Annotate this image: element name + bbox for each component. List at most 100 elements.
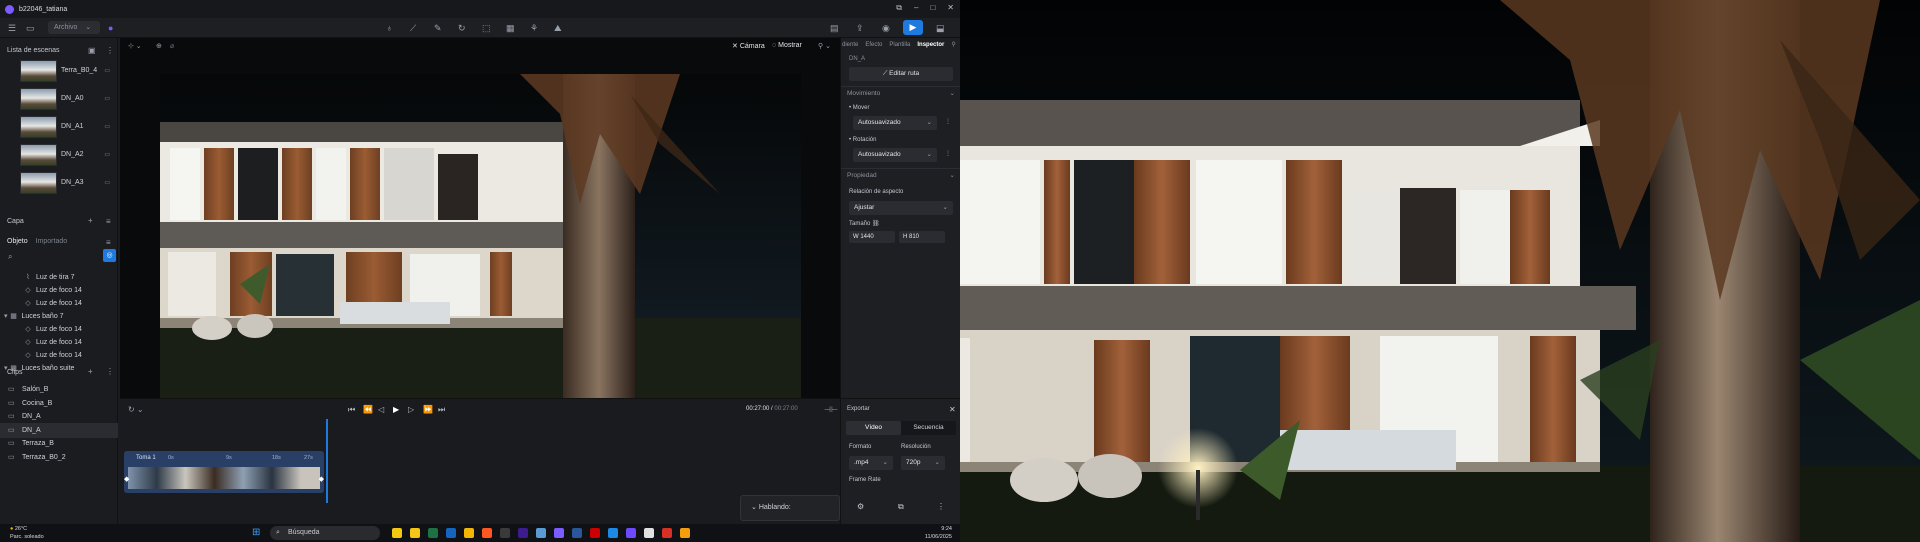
close-icon[interactable]: ✕ bbox=[949, 405, 956, 414]
more-icon[interactable]: ⋮ bbox=[106, 46, 114, 55]
camera-menu[interactable]: ✕ Cámara bbox=[732, 42, 765, 50]
taskbar-app-icon[interactable] bbox=[464, 528, 474, 538]
skip-end-icon[interactable]: ⏭ bbox=[438, 405, 445, 415]
share-icon[interactable]: ⇪ bbox=[856, 22, 864, 34]
3d-viewport[interactable]: ⊹ ⌄ ⊕ ⌀ ✕ Cámara ◌ Mostrar ⚲ ⌄ bbox=[120, 38, 840, 434]
rotate-tool-icon[interactable]: ↻ bbox=[458, 22, 466, 34]
pick-button[interactable]: ◎ bbox=[103, 249, 116, 262]
weather-widget[interactable]: ● 26°C Parc. soleado bbox=[10, 525, 44, 541]
next-frame-icon[interactable]: ⏩ bbox=[423, 405, 433, 414]
video-mode-button[interactable]: ▶ bbox=[903, 20, 923, 35]
taskbar-app-icon[interactable] bbox=[608, 528, 618, 538]
taskbar-app-icon[interactable] bbox=[644, 528, 654, 538]
more-icon[interactable]: ⋮ bbox=[937, 502, 945, 511]
more-icon[interactable]: ⋮ bbox=[945, 118, 951, 125]
render-icon[interactable]: ▤ bbox=[830, 22, 839, 34]
speaking-indicator[interactable]: ⌄ Hablando: bbox=[740, 495, 840, 521]
taskbar-app-icon[interactable] bbox=[662, 528, 672, 538]
movement-section[interactable]: Movimiento ⌄ bbox=[841, 86, 960, 100]
taskbar-app-icon[interactable] bbox=[482, 528, 492, 538]
tab-sequence[interactable]: Secuencia bbox=[901, 421, 956, 435]
clip-item[interactable]: ▭ Terraza_B0_2 bbox=[0, 450, 118, 465]
aspect-select[interactable]: Ajustar ⌄ bbox=[849, 201, 953, 215]
taskbar-app-icon[interactable] bbox=[446, 528, 456, 538]
tab-object[interactable]: Objeto bbox=[7, 238, 28, 245]
system-clock[interactable]: 9:24 11/06/2025 bbox=[925, 525, 952, 541]
step-back-icon[interactable]: ◁ bbox=[378, 405, 384, 414]
tab-imported[interactable]: Importado bbox=[36, 238, 68, 245]
clips-more-icon[interactable]: ⋮ bbox=[106, 367, 114, 376]
add-scene-icon[interactable]: ▣ bbox=[88, 46, 96, 55]
taskbar-search[interactable]: ⌕ Búsqueda bbox=[270, 526, 380, 540]
plant-tool-icon[interactable]: ⚘ bbox=[530, 22, 538, 34]
transform-gizmo-icon[interactable]: ⊹ ⌄ bbox=[128, 42, 142, 50]
layer-menu-icon[interactable]: ≡ bbox=[106, 217, 111, 226]
tab-ambient[interactable]: diente bbox=[842, 38, 858, 52]
width-field[interactable]: W 1440 bbox=[849, 231, 895, 243]
close-button[interactable]: ✕ bbox=[947, 3, 954, 13]
menu-icon[interactable]: ☰ bbox=[8, 22, 16, 34]
minimize-button[interactable]: – bbox=[914, 3, 918, 13]
sidebar-toggle-icon[interactable]: ▭ bbox=[26, 22, 35, 34]
scene-item[interactable]: DN_A3 ▭ bbox=[20, 170, 116, 196]
taskbar-app-icon[interactable] bbox=[536, 528, 546, 538]
camera-icon[interactable]: ◉ bbox=[882, 22, 890, 34]
timeline-clip[interactable]: Toma 1 0s 9s 18s 27s ◆ ◆ bbox=[124, 451, 324, 493]
tab-template[interactable]: Plantilla bbox=[889, 38, 910, 52]
globe-icon[interactable]: ⊕ bbox=[156, 42, 162, 50]
link-icon[interactable]: ⌀ bbox=[170, 42, 174, 50]
taskbar-app-icon[interactable] bbox=[500, 528, 510, 538]
scene-item[interactable]: Terra_B0_4 ▭ bbox=[20, 58, 116, 84]
brush-tool-icon[interactable]: ✎ bbox=[434, 22, 442, 34]
keyframe-icon[interactable]: ◆ bbox=[319, 475, 324, 483]
mode-selector[interactable]: Archivo ⌄ bbox=[48, 21, 100, 34]
taskbar-app-icon[interactable] bbox=[590, 528, 600, 538]
resolution-select[interactable]: 720p ⌄ bbox=[901, 456, 945, 470]
grid-tool-icon[interactable]: ▦ bbox=[506, 22, 515, 34]
tab-inspector[interactable]: Inspector bbox=[917, 38, 944, 52]
taskbar-app-icon[interactable] bbox=[392, 528, 402, 538]
tab-effect[interactable]: Efecto bbox=[865, 38, 882, 52]
taskbar-app-icon[interactable] bbox=[428, 528, 438, 538]
maximize-button[interactable]: □ bbox=[930, 3, 935, 13]
rotation-easing-select[interactable]: Autosuavizado ⌄ bbox=[853, 148, 937, 162]
light-tool-icon[interactable]: ♁ bbox=[386, 22, 393, 34]
height-field[interactable]: H 810 bbox=[899, 231, 945, 243]
playhead[interactable] bbox=[326, 419, 328, 503]
export-icon[interactable]: ⬓ bbox=[936, 22, 945, 34]
link-icon[interactable]: ⛓ bbox=[872, 221, 880, 227]
prev-frame-icon[interactable]: ⏪ bbox=[363, 405, 373, 414]
settings-icon[interactable]: ⚙ bbox=[857, 502, 864, 511]
edit-path-button[interactable]: ⟋ Editar ruta bbox=[849, 67, 953, 81]
more-icon[interactable]: ⋮ bbox=[945, 150, 951, 157]
pin-icon[interactable]: ⚲ bbox=[951, 38, 955, 52]
taskbar-app-icon[interactable] bbox=[518, 528, 528, 538]
timeline-settings-icon[interactable]: ⊣⊢ bbox=[824, 405, 838, 414]
format-select[interactable]: .mp4 ⌄ bbox=[849, 456, 893, 470]
measure-tool-icon[interactable]: ⟋ bbox=[410, 22, 416, 34]
add-layer-icon[interactable]: + bbox=[88, 216, 93, 225]
filter-icon[interactable]: ≡ bbox=[106, 238, 111, 247]
skip-start-icon[interactable]: ⏮ bbox=[348, 405, 355, 415]
terrain-tool-icon[interactable]: ⛰ bbox=[554, 22, 562, 34]
taskbar-app-icon[interactable] bbox=[680, 528, 690, 538]
tab-video[interactable]: Vídeo bbox=[846, 421, 901, 435]
play-button[interactable]: ▶ bbox=[393, 405, 399, 414]
scene-item[interactable]: DN_A0 ▭ bbox=[20, 86, 116, 112]
taskbar-app-icon[interactable] bbox=[572, 528, 582, 538]
windows-start-icon[interactable]: ⊞ bbox=[252, 527, 260, 538]
scene-item[interactable]: DN_A2 ▭ bbox=[20, 142, 116, 168]
property-section[interactable]: Propiedad ⌄ bbox=[841, 168, 960, 182]
caret-down-icon[interactable]: ▾ bbox=[4, 313, 8, 320]
figure-icon[interactable]: ⚲ ⌄ bbox=[818, 42, 831, 50]
add-clip-icon[interactable]: + bbox=[88, 367, 93, 376]
taskbar-app-icon[interactable] bbox=[554, 528, 564, 538]
loop-icon[interactable]: ↻ ⌄ bbox=[128, 405, 144, 414]
box-tool-icon[interactable]: ⬚ bbox=[482, 22, 491, 34]
scene-item[interactable]: DN_A1 ▭ bbox=[20, 114, 116, 140]
taskbar-app-icon[interactable] bbox=[410, 528, 420, 538]
step-forward-icon[interactable]: ▷ bbox=[408, 405, 414, 414]
search-icon[interactable]: ⌕ bbox=[8, 252, 12, 262]
render-queue-icon[interactable]: ⧉ bbox=[898, 502, 904, 512]
taskbar-app-icon[interactable] bbox=[626, 528, 636, 538]
